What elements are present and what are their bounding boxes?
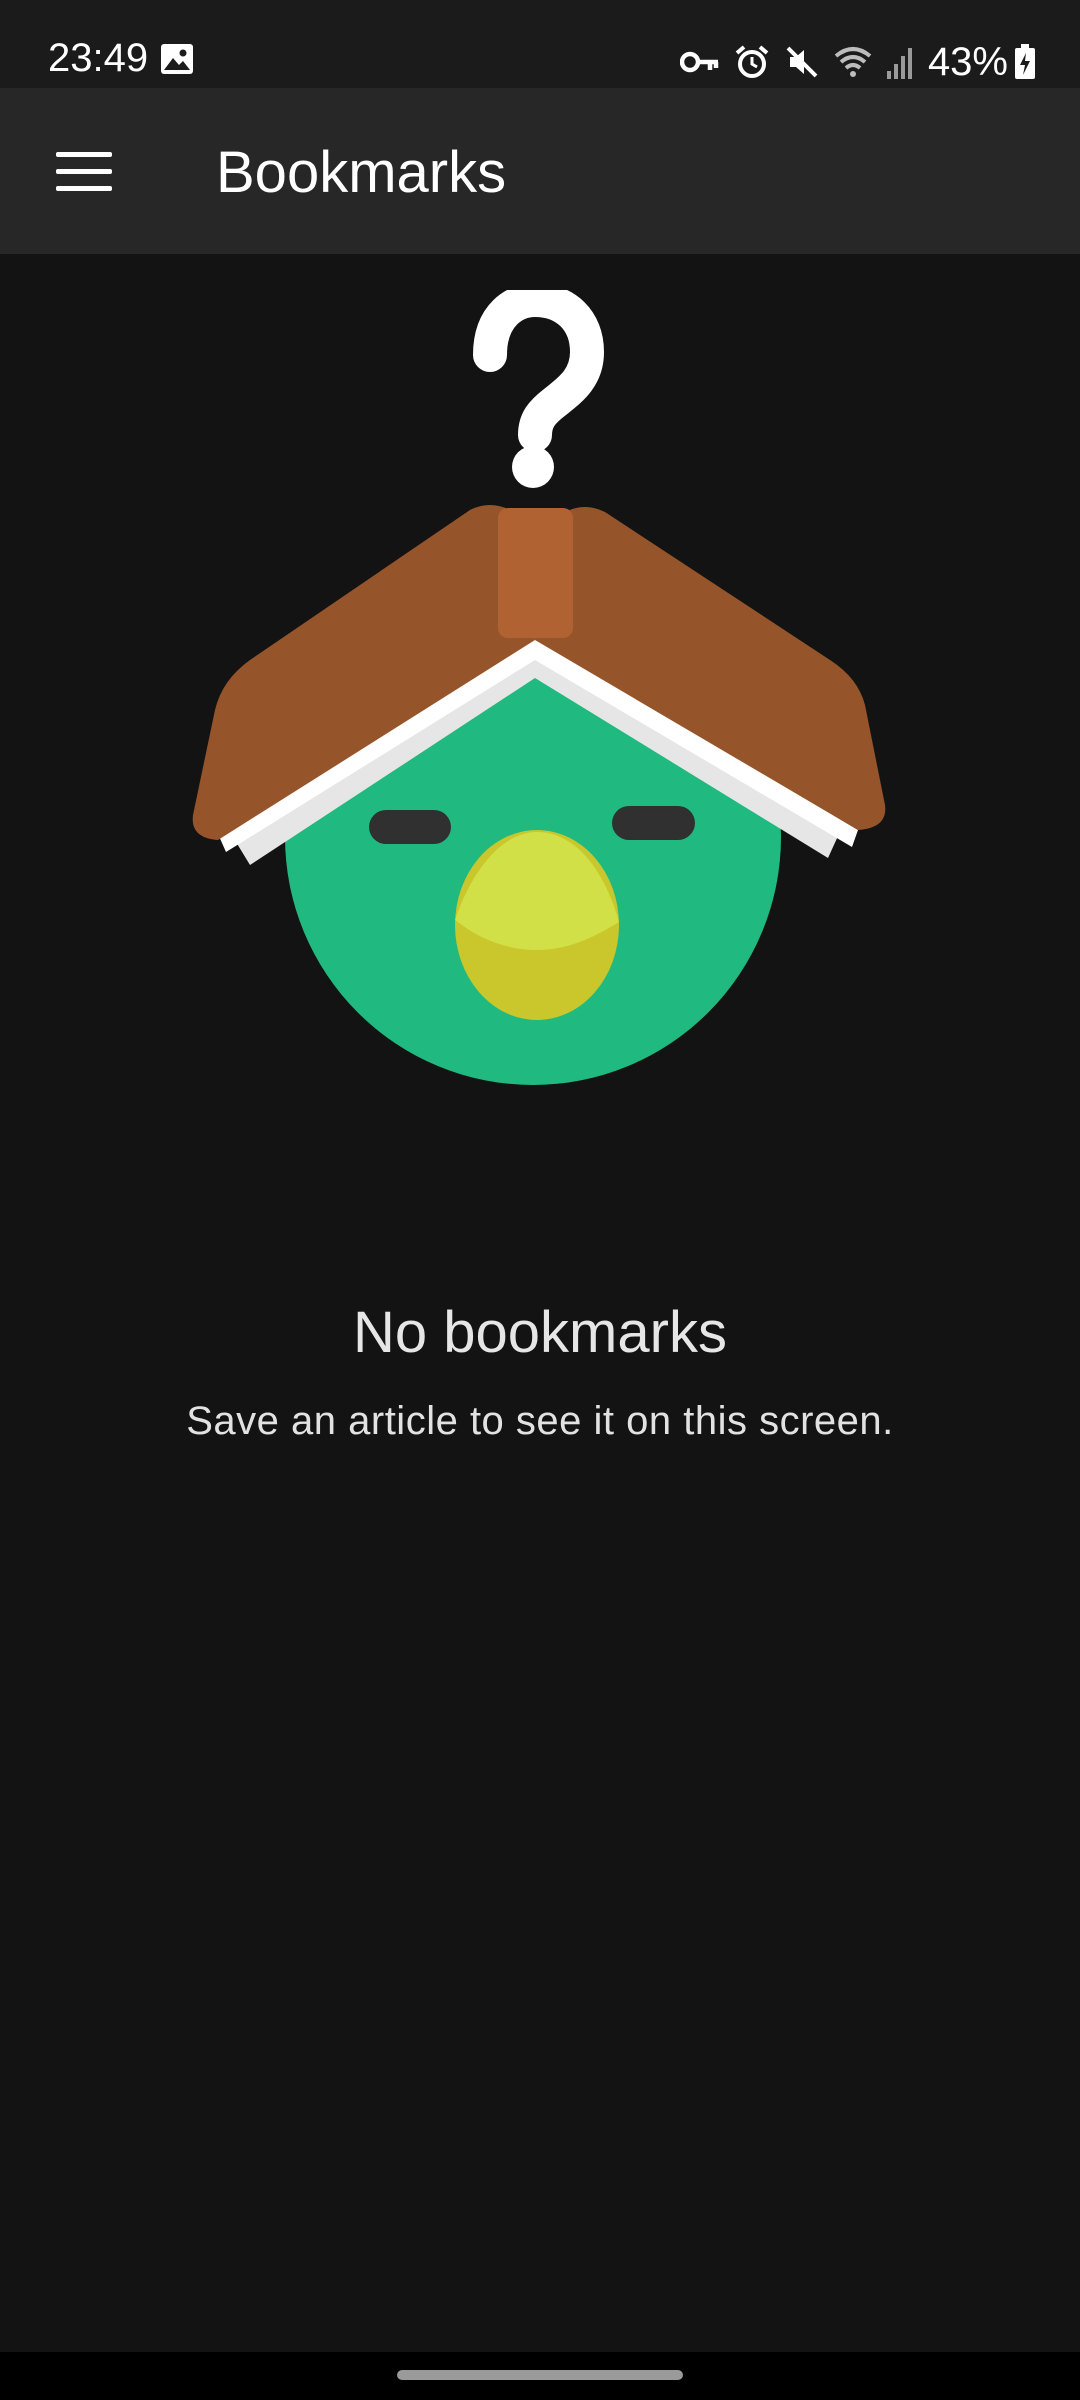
- screen: 23:49 43% Bookmarks No bookmarks Save an…: [0, 0, 1080, 2400]
- battery-percent: 43%: [927, 40, 1008, 84]
- status-bar: 23:49 43%: [0, 0, 1080, 88]
- bird-eye-left: [369, 810, 451, 844]
- menu-icon: [56, 151, 112, 157]
- empty-state-subtitle: Save an article to see it on this screen…: [186, 1399, 894, 1443]
- wifi-icon: [834, 47, 872, 77]
- home-indicator[interactable]: [397, 2370, 683, 2380]
- status-icons: 43%: [666, 34, 1036, 90]
- book-spine: [498, 508, 573, 638]
- empty-bookmarks-illustration: [192, 290, 886, 1085]
- battery-charging-icon: [1015, 44, 1035, 79]
- mute-icon: [786, 46, 818, 78]
- page-title: Bookmarks: [216, 140, 507, 205]
- cell-signal-icon: [886, 48, 912, 79]
- empty-state-title: No bookmarks: [353, 1300, 727, 1365]
- question-mark-icon: [473, 290, 605, 488]
- bird-eye-right: [612, 806, 695, 840]
- status-time: 23:49: [48, 36, 149, 80]
- app-bar: Bookmarks: [0, 88, 1080, 254]
- gallery-icon: [161, 44, 193, 74]
- menu-button[interactable]: [36, 133, 132, 209]
- vpn-key-icon: [679, 51, 719, 73]
- alarm-icon: [735, 45, 769, 78]
